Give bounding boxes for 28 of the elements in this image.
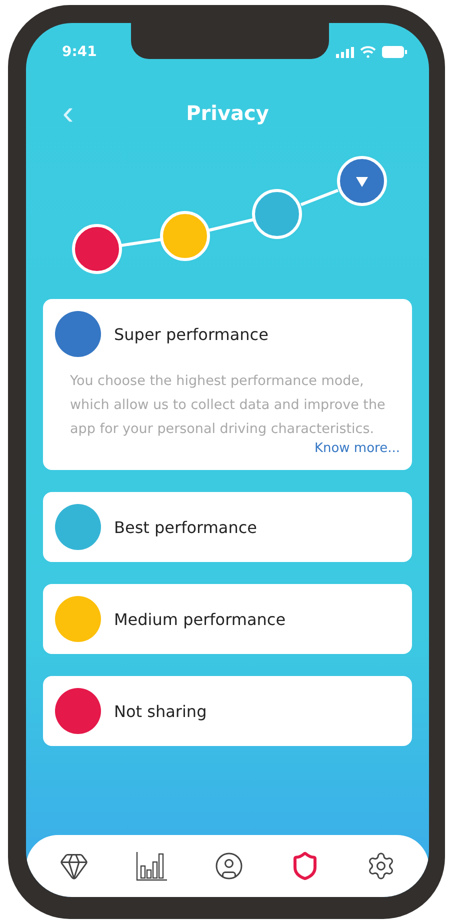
option-card[interactable]: Not sharing	[43, 676, 412, 746]
option-label: Not sharing	[114, 702, 207, 720]
level-dot[interactable]	[337, 156, 387, 206]
tab-button[interactable]	[58, 851, 89, 881]
user-icon	[214, 851, 244, 881]
level-dot[interactable]	[72, 224, 122, 274]
option-label: Medium performance	[114, 610, 286, 628]
level-dot[interactable]	[252, 189, 302, 239]
option-card[interactable]: Super performance You choose the highest performance mode, which allow us to collect data and improve the app for your personal driving characteristics. Know more...	[43, 299, 412, 470]
option-card[interactable]: Best performance	[43, 492, 412, 562]
status-time: 9:41	[62, 44, 97, 60]
connector-line	[300, 188, 339, 206]
page-title: Privacy	[185, 101, 270, 125]
option-description: You choose the highest performance mode, which allow us to collect data and improve the app for your personal driving characteristics.	[70, 372, 386, 439]
connector-line	[208, 218, 254, 232]
bar-chart-icon	[134, 850, 169, 882]
gem-icon	[58, 851, 89, 881]
tab-button[interactable]	[214, 851, 244, 881]
battery-icon	[382, 46, 407, 58]
option-label: Super performance	[114, 324, 268, 344]
wifi-icon	[360, 46, 376, 58]
connector-line	[120, 238, 162, 247]
option-label: Best performance	[114, 518, 257, 536]
level-dot[interactable]	[160, 211, 210, 261]
signal-icon	[336, 46, 354, 58]
know-more-link[interactable]: Know more...	[314, 441, 400, 456]
tab-button[interactable]	[134, 850, 169, 882]
option-card[interactable]: Medium performance	[43, 584, 412, 654]
